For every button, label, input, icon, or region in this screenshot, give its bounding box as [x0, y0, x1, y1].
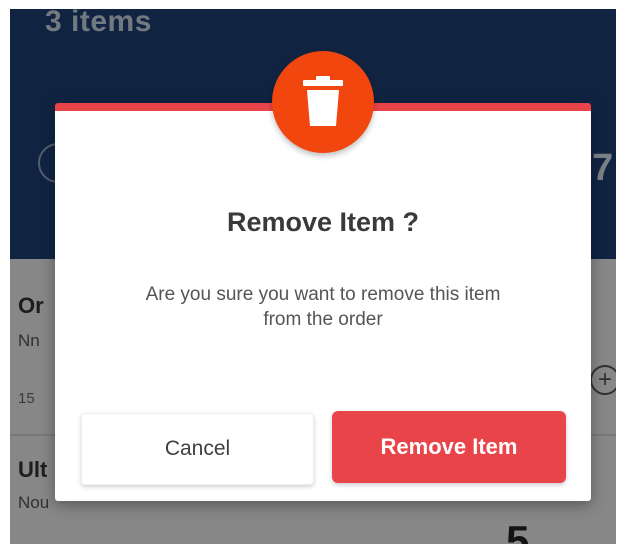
- cancel-button[interactable]: Cancel: [81, 413, 314, 485]
- dialog-message-line: Are you sure you want to remove this ite…: [145, 284, 501, 305]
- dialog-title: Remove Item ?: [226, 207, 420, 237]
- dialog-message-line: from the order: [263, 309, 383, 330]
- dialog-message: Are you sure you want to remove this ite…: [95, 282, 551, 332]
- trash-icon: [272, 51, 374, 153]
- remove-item-button[interactable]: Remove Item: [332, 411, 566, 483]
- screen: 3 items 7 Or Nn 15 + Ult Nou 5 Remove It…: [10, 9, 616, 544]
